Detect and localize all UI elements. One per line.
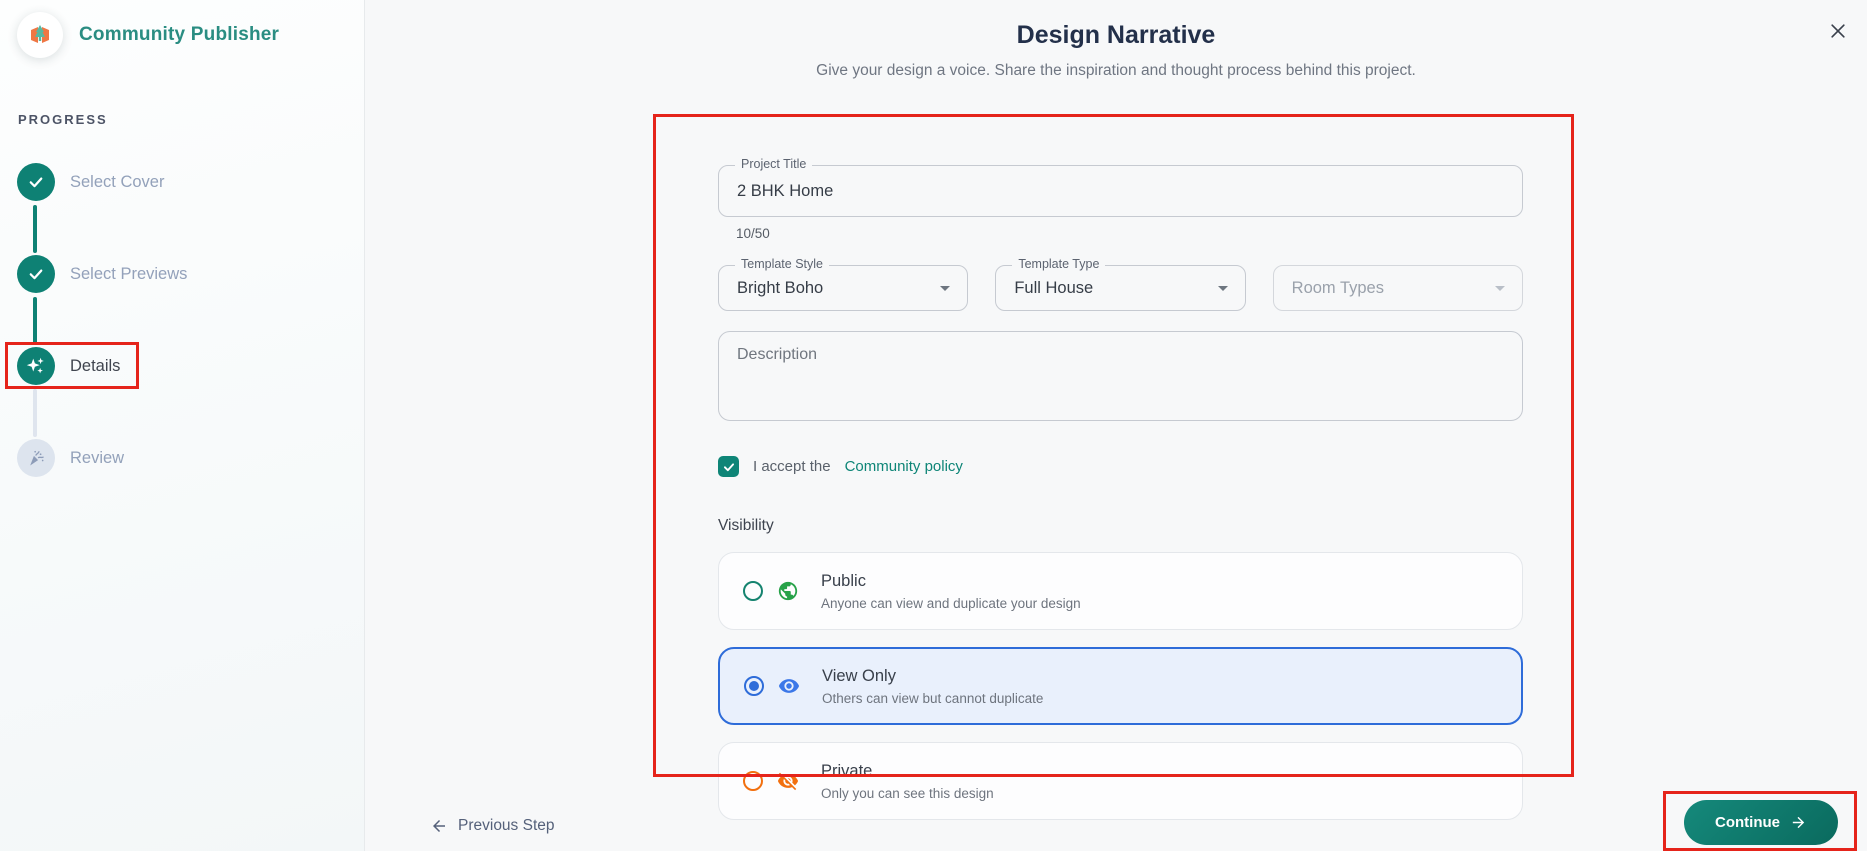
chevron-down-icon	[933, 276, 957, 300]
continue-label: Continue	[1715, 814, 1780, 831]
template-style-value: Bright Boho	[737, 278, 824, 297]
community-policy-link[interactable]: Community policy	[845, 458, 963, 475]
sparkles-icon	[17, 347, 55, 385]
project-title-input[interactable]	[719, 166, 1522, 216]
main-panel: Design Narrative Give your design a voic…	[365, 0, 1867, 851]
step-connector	[33, 205, 37, 253]
chevron-down-icon	[1488, 276, 1512, 300]
template-type-label: Template Type	[1012, 257, 1106, 271]
continue-button[interactable]: Continue	[1684, 800, 1838, 845]
sidebar-step-review[interactable]: Review	[17, 439, 124, 477]
arrow-left-icon	[433, 820, 445, 832]
visibility-option-text: Private Only you can see this design	[821, 762, 994, 801]
project-title-field: Project Title	[718, 157, 1523, 217]
sidebar-step-details[interactable]: Details	[17, 347, 120, 385]
app-logo-row: Community Publisher	[17, 12, 279, 58]
visibility-option-desc: Others can view but cannot duplicate	[822, 690, 1044, 706]
project-title-label: Project Title	[735, 157, 813, 171]
party-popper-icon	[17, 439, 55, 477]
arrow-right-icon	[1792, 816, 1805, 829]
room-types-select[interactable]: Room Types	[1272, 265, 1523, 311]
room-types-placeholder: Room Types	[1291, 278, 1384, 297]
visibility-option-desc: Anyone can view and duplicate your desig…	[821, 595, 1081, 611]
sidebar-step-select-previews[interactable]: Select Previews	[17, 255, 187, 293]
progress-heading: PROGRESS	[18, 112, 108, 127]
design-narrative-form: Project Title 10/50 Template Style Brigh…	[718, 157, 1523, 820]
previous-step-button[interactable]: Previous Step	[430, 817, 555, 835]
check-icon	[17, 255, 55, 293]
sidebar-step-select-cover[interactable]: Select Cover	[17, 163, 164, 201]
page-title: Design Narrative	[1016, 21, 1216, 49]
policy-text: I accept the	[753, 458, 831, 475]
globe-icon	[777, 580, 799, 602]
template-type-select[interactable]: Template Type Full House	[995, 257, 1246, 311]
selects-row: Template Style Bright Boho Template Type…	[718, 257, 1523, 311]
step-label: Select Previews	[70, 264, 188, 283]
app-title: Community Publisher	[79, 24, 280, 45]
visibility-option-public[interactable]: Public Anyone can view and duplicate you…	[718, 552, 1523, 630]
visibility-heading: Visibility	[718, 517, 774, 534]
house-logo-icon	[31, 25, 49, 43]
eye-off-icon	[777, 770, 799, 792]
chevron-down-icon	[1211, 276, 1235, 300]
visibility-option-title: Private	[821, 761, 873, 780]
step-label: Select Cover	[70, 172, 165, 191]
step-connector	[33, 297, 37, 345]
visibility-option-desc: Only you can see this design	[821, 785, 994, 801]
app-logo	[17, 12, 63, 58]
close-icon[interactable]	[1823, 16, 1853, 46]
step-connector	[33, 389, 37, 437]
step-label: Details	[70, 356, 121, 375]
visibility-option-private[interactable]: Private Only you can see this design	[718, 742, 1523, 820]
previous-step-label: Previous Step	[458, 817, 555, 834]
page-subtitle: Give your design a voice. Share the insp…	[816, 62, 1416, 79]
visibility-option-text: View Only Others can view but cannot dup…	[822, 667, 1043, 706]
visibility-option-view-only[interactable]: View Only Others can view but cannot dup…	[718, 647, 1523, 725]
visibility-option-title: Public	[821, 571, 866, 590]
check-icon	[17, 163, 55, 201]
radio-public[interactable]	[743, 581, 763, 601]
template-type-value: Full House	[1014, 278, 1094, 297]
template-style-select[interactable]: Template Style Bright Boho	[718, 257, 969, 311]
policy-row: I accept the Community policy	[718, 456, 1523, 477]
char-counter: 10/50	[736, 226, 770, 241]
radio-view-only[interactable]	[744, 676, 764, 696]
description-textarea[interactable]	[718, 331, 1523, 421]
radio-private[interactable]	[743, 771, 763, 791]
template-style-label: Template Style	[735, 257, 829, 271]
visibility-option-text: Public Anyone can view and duplicate you…	[821, 572, 1081, 611]
eye-icon	[778, 675, 800, 697]
policy-checkbox[interactable]	[718, 456, 739, 477]
visibility-option-title: View Only	[822, 666, 896, 685]
sidebar: Community Publisher PROGRESS Select Cove…	[0, 0, 365, 851]
step-label: Review	[70, 448, 125, 467]
